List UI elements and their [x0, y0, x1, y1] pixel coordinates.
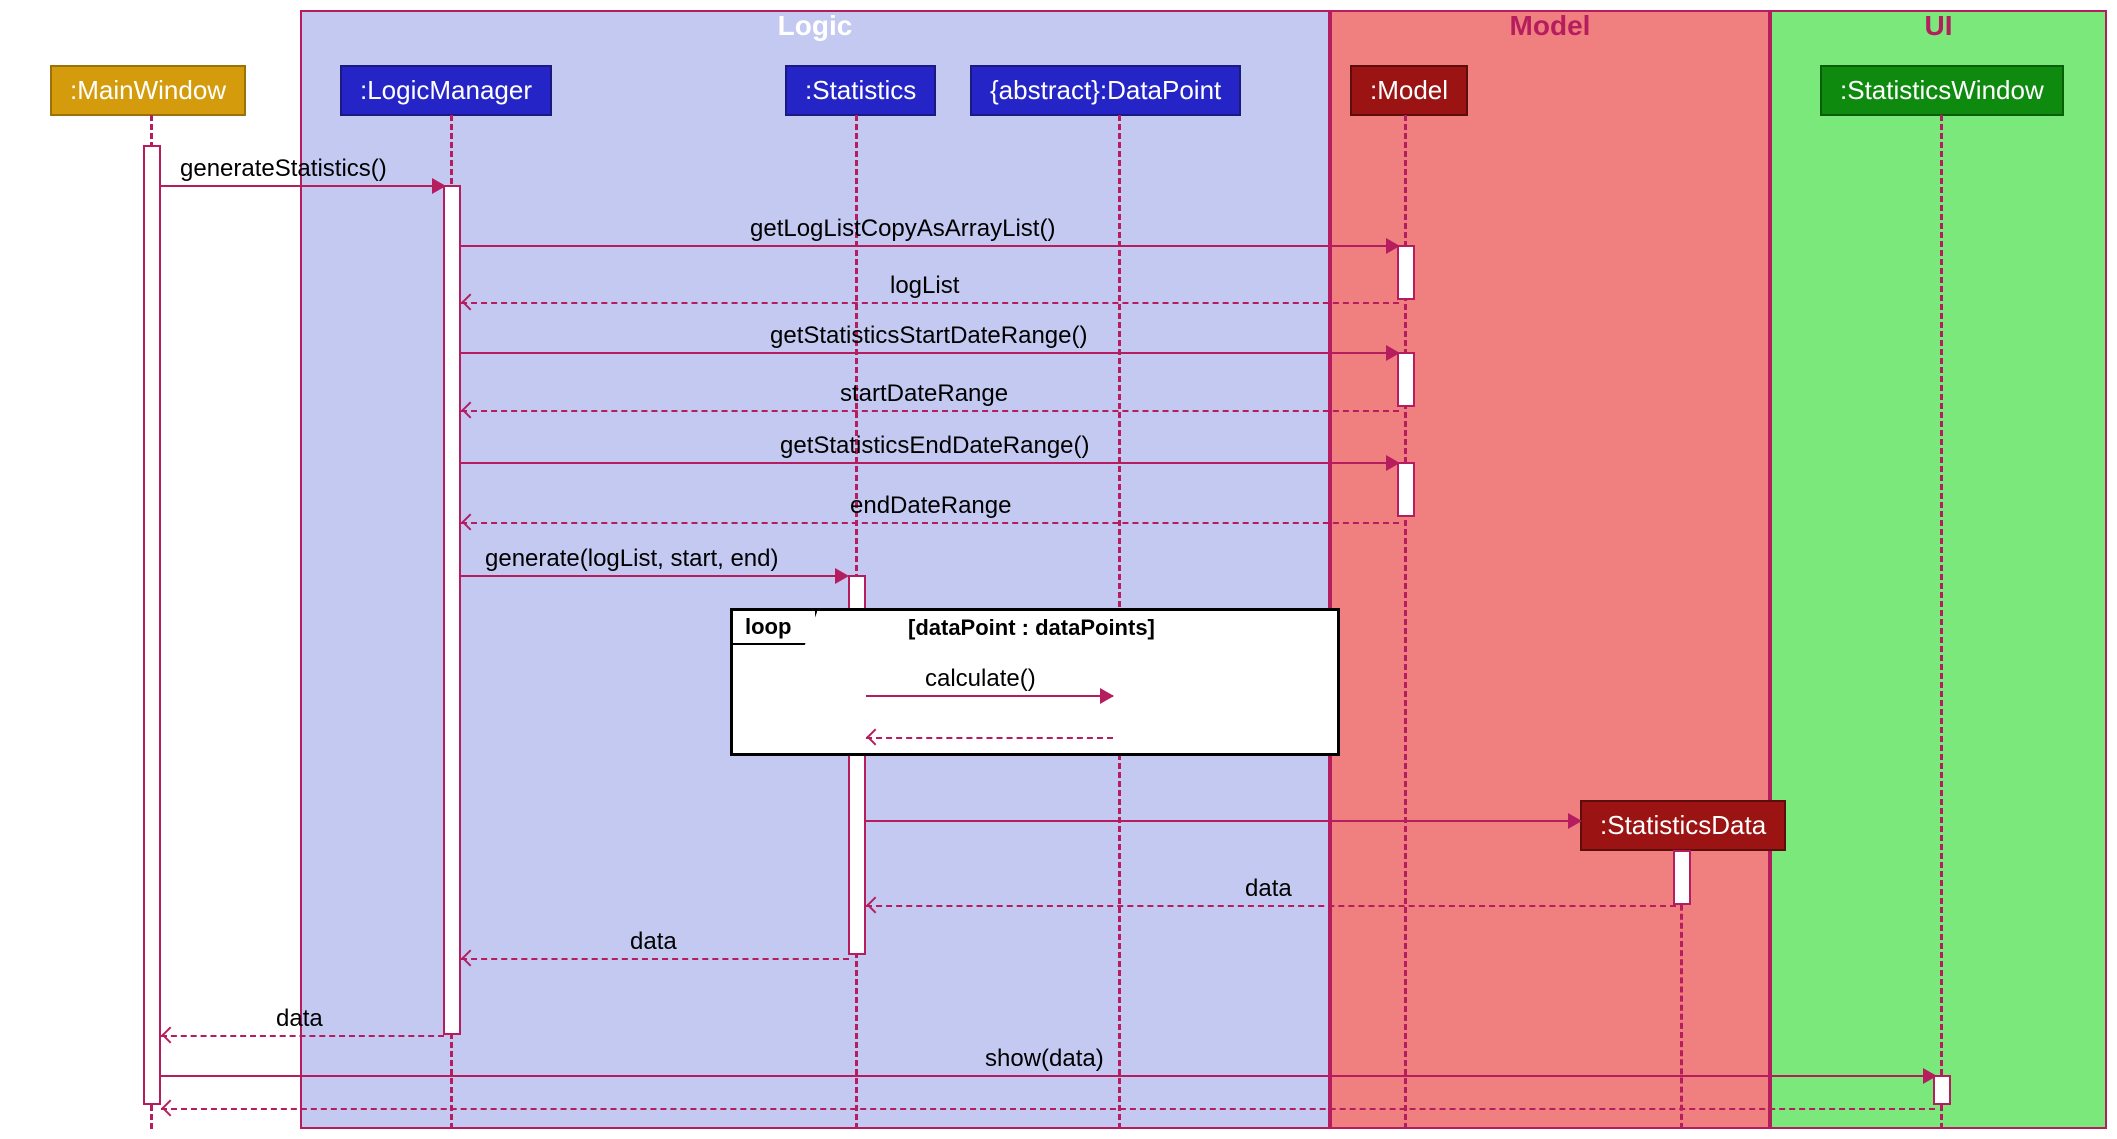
- msg-label-generatestats: generateStatistics(): [180, 155, 387, 183]
- lifeline-statisticswindow: [1940, 115, 1943, 1129]
- participant-logicmanager: :LogicManager: [340, 65, 552, 116]
- msg-label-data2: data: [630, 928, 677, 956]
- msg-label-enddaterange: endDateRange: [850, 492, 1011, 520]
- arrow-calculate: [1100, 688, 1114, 704]
- msg-line-create-statsdata: [866, 820, 1578, 822]
- arrow-getstartdate: [1386, 345, 1400, 361]
- participant-statistics: :Statistics: [785, 65, 936, 116]
- msg-line-data1: [866, 905, 1676, 907]
- activation-statisticsdata: [1673, 850, 1691, 905]
- msg-label-getenddate: getStatisticsEndDateRange(): [780, 432, 1090, 460]
- msg-line-generatestats: [161, 185, 446, 187]
- activation-logicmanager: [443, 185, 461, 1035]
- participant-mainwindow: :MainWindow: [50, 65, 246, 116]
- arrow-getenddate: [1386, 455, 1400, 471]
- msg-line-data2: [461, 958, 849, 960]
- participant-statisticswindow: :StatisticsWindow: [1820, 65, 2064, 116]
- arrow-show-return: [162, 1100, 179, 1117]
- region-ui-title: UI: [1772, 10, 2105, 42]
- msg-label-data1: data: [1245, 875, 1292, 903]
- participant-datapoint: {abstract}:DataPoint: [970, 65, 1241, 116]
- sequence-diagram: Logic Model UI :MainWindow :LogicManager…: [10, 10, 2107, 1129]
- msg-line-getenddate: [461, 462, 1399, 464]
- fragment-loop-guard: [dataPoint : dataPoints]: [908, 615, 1155, 641]
- arrow-generatestats: [432, 178, 446, 194]
- msg-line-calculate-return: [866, 737, 1113, 739]
- msg-label-calculate: calculate(): [925, 665, 1036, 693]
- msg-label-generate: generate(logList, start, end): [485, 545, 779, 573]
- msg-label-loglist: logList: [890, 272, 959, 300]
- msg-label-getstartdate: getStatisticsStartDateRange(): [770, 322, 1087, 350]
- msg-line-data3: [161, 1035, 444, 1037]
- region-model-title: Model: [1332, 10, 1768, 42]
- arrow-create-statsdata: [1568, 813, 1582, 829]
- msg-line-show: [161, 1075, 1935, 1077]
- msg-line-calculate: [866, 695, 1113, 697]
- arrow-generate: [835, 568, 849, 584]
- msg-line-enddaterange: [461, 522, 1399, 524]
- region-logic-title: Logic: [302, 10, 1328, 42]
- msg-line-loglist: [461, 302, 1399, 304]
- msg-line-startdaterange: [461, 410, 1399, 412]
- arrow-getloglist: [1386, 238, 1400, 254]
- participant-model: :Model: [1350, 65, 1468, 116]
- msg-line-getloglist: [461, 245, 1399, 247]
- activation-mainwindow: [143, 145, 161, 1105]
- arrow-data3: [162, 1027, 179, 1044]
- fragment-loop-label: loop: [733, 611, 817, 645]
- region-model: Model: [1330, 10, 1770, 1129]
- msg-line-getstartdate: [461, 352, 1399, 354]
- msg-line-generate: [461, 575, 846, 577]
- msg-line-show-return: [161, 1108, 1935, 1110]
- msg-label-show: show(data): [985, 1045, 1104, 1073]
- msg-label-startdaterange: startDateRange: [840, 380, 1008, 408]
- region-ui: UI: [1770, 10, 2107, 1129]
- arrow-show: [1923, 1068, 1937, 1084]
- msg-label-getloglist: getLogListCopyAsArrayList(): [750, 215, 1055, 243]
- participant-statisticsdata: :StatisticsData: [1580, 800, 1786, 851]
- msg-label-data3: data: [276, 1005, 323, 1033]
